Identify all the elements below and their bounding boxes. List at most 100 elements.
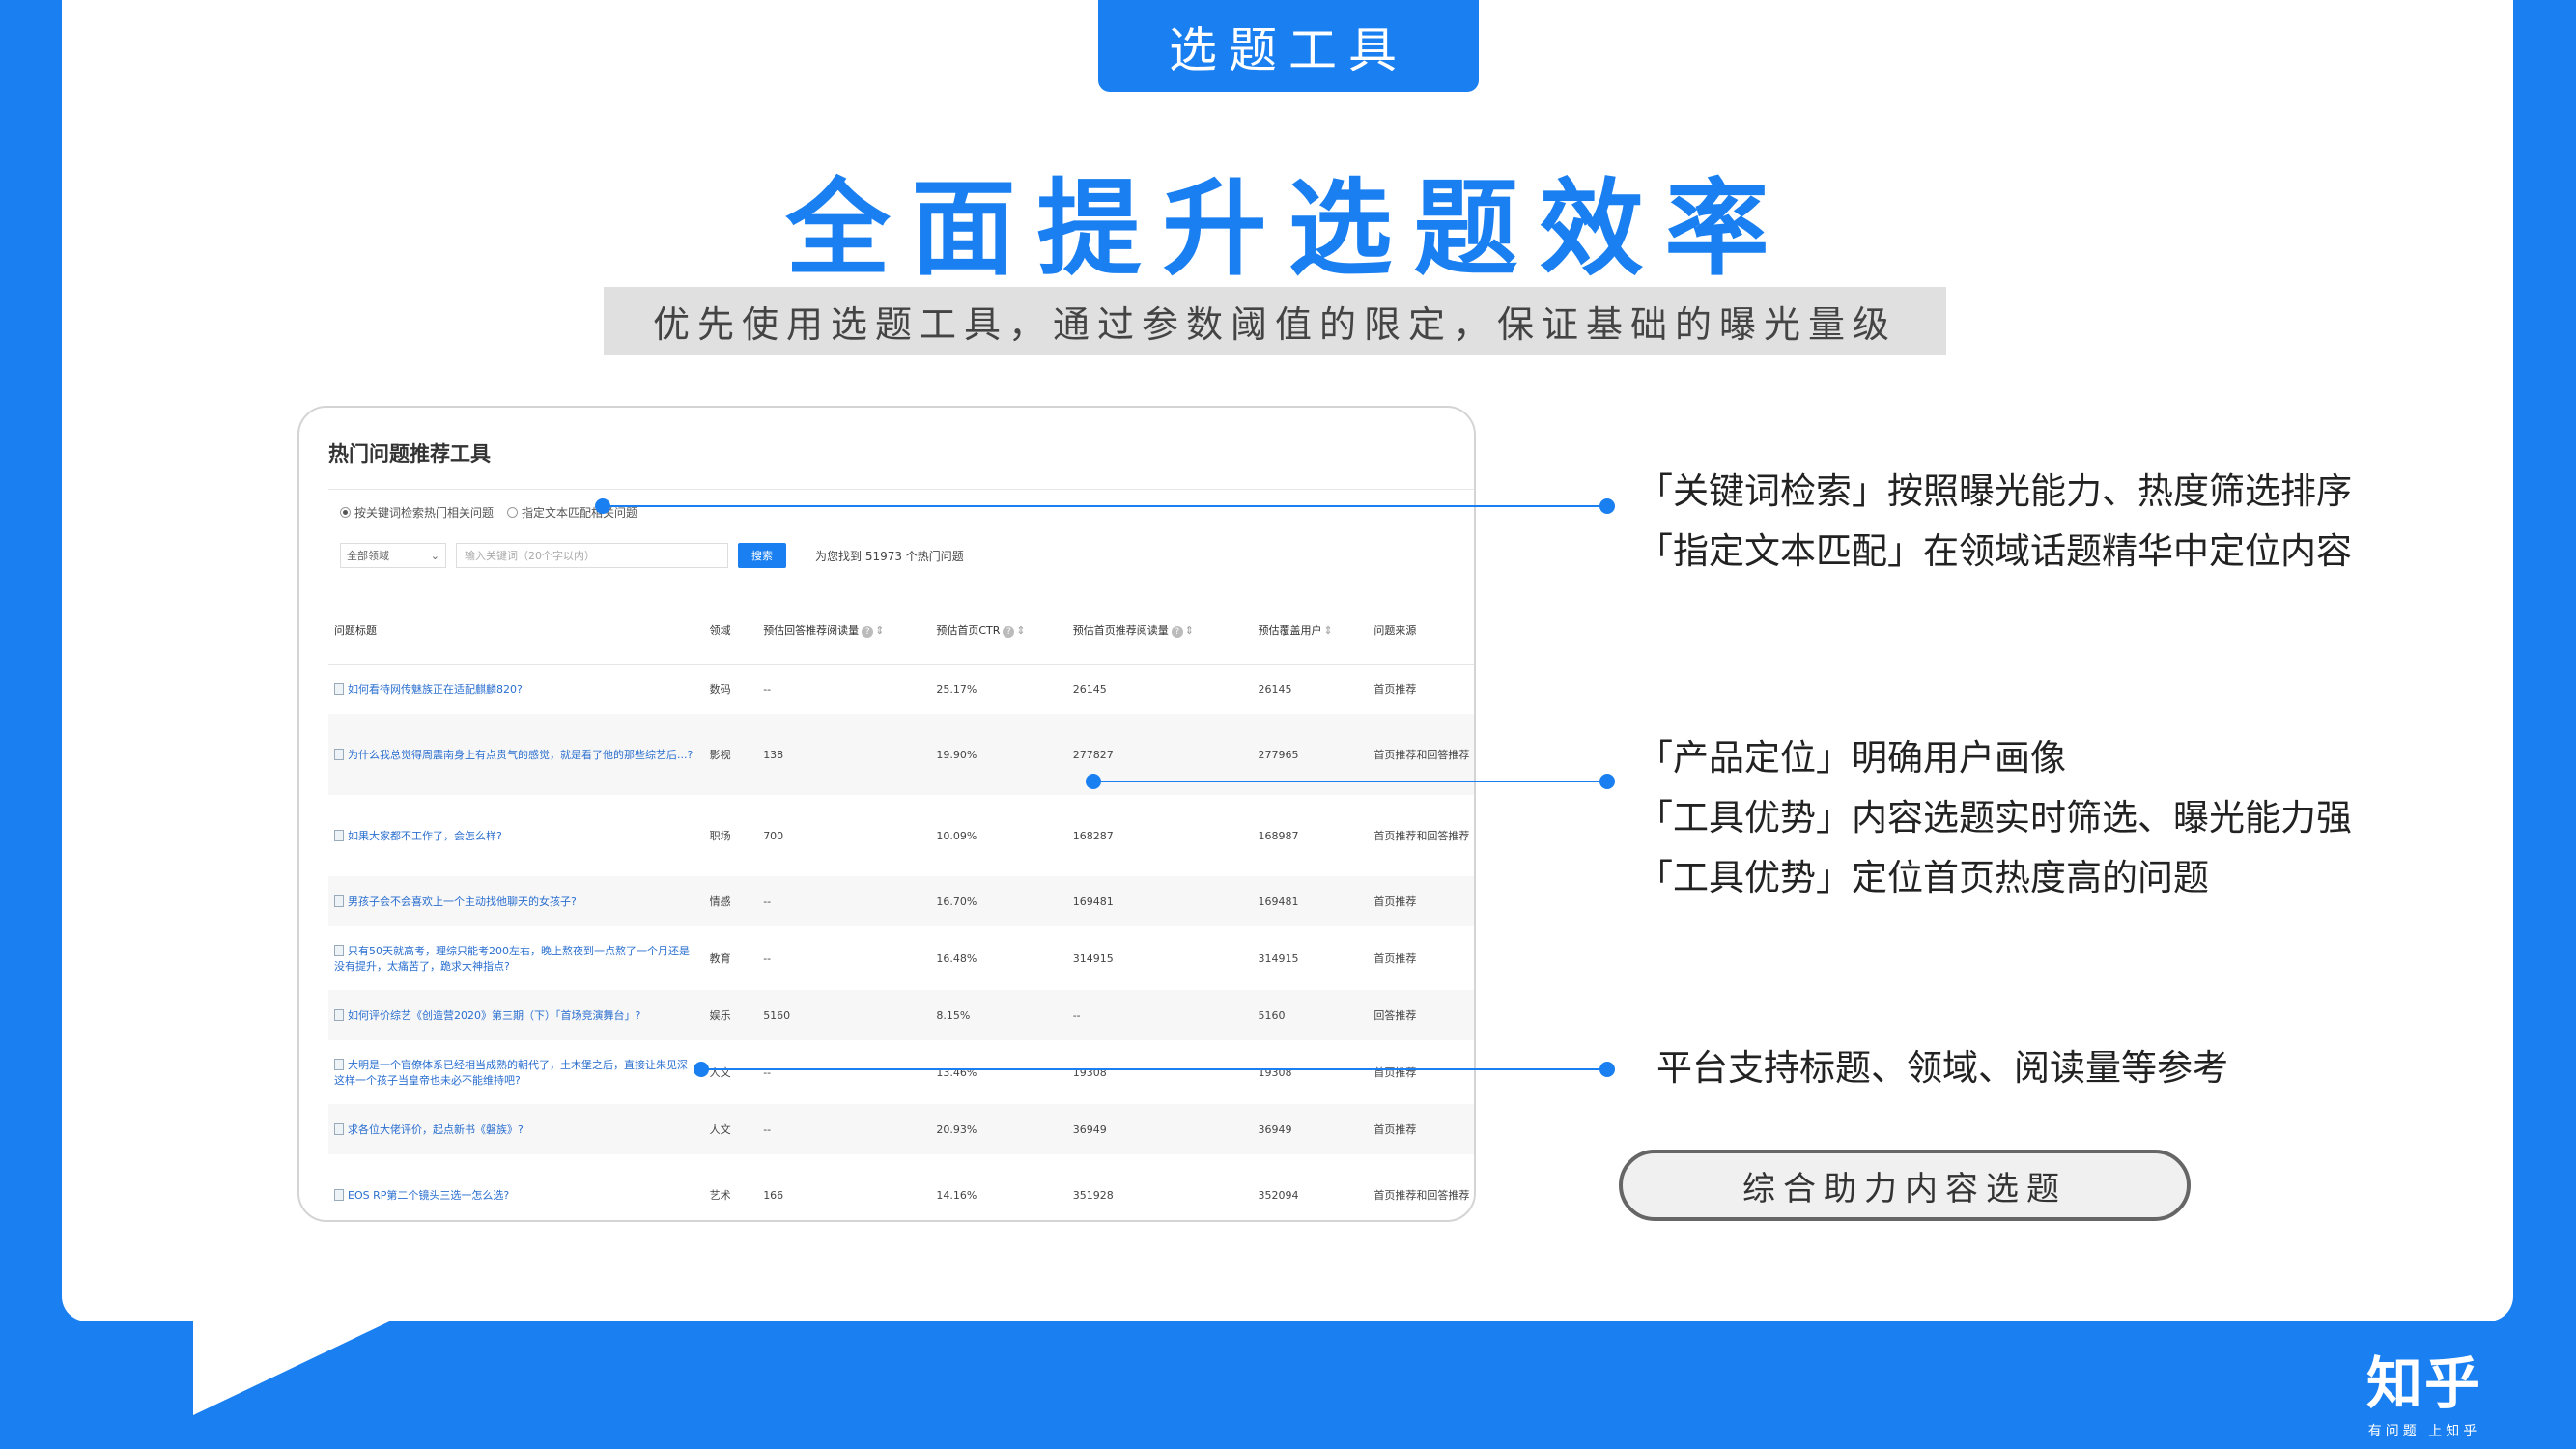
ctr-cell: 20.93% bbox=[936, 1122, 977, 1136]
section-tab: 选题工具 bbox=[1098, 0, 1479, 92]
logo-wordmark: 知乎 bbox=[2366, 1350, 2483, 1416]
document-icon bbox=[334, 945, 344, 956]
home-reads-cell: 168287 bbox=[1072, 829, 1114, 842]
question-title-link[interactable]: 求各位大佬评价，起点新书《磐族》? bbox=[328, 1104, 704, 1154]
ctr-cell: 16.48% bbox=[936, 952, 977, 965]
radio-keyword-search[interactable]: 按关键词检索热门相关问题 bbox=[340, 504, 494, 521]
answer-reads-cell: -- bbox=[763, 682, 772, 696]
col-header-ctr[interactable]: 预估首页CTR? ⇕ bbox=[930, 596, 1067, 665]
table-header-row: 问题标题 领域 预估回答推荐阅读量? ⇕ 预估首页CTR? ⇕ 预估首页推荐阅读量?… bbox=[328, 596, 1474, 665]
home-reads-cell: 19308 bbox=[1072, 1065, 1107, 1079]
question-title-link[interactable]: 如果大家都不工作了，会怎么样? bbox=[328, 795, 704, 876]
source-cell: 首页推荐 bbox=[1373, 1123, 1417, 1136]
col-header-title[interactable]: 问题标题 bbox=[328, 596, 704, 665]
question-table: 问题标题 领域 预估回答推荐阅读量? ⇕ 预估首页CTR? ⇕ 预估首页推荐阅读量?… bbox=[328, 596, 1474, 1220]
domain-cell: 职场 bbox=[709, 830, 731, 842]
table-row[interactable]: 如何评价综艺《创造营2020》第三期（下）「首场竞演舞台」? 娱乐 5160 8.15… bbox=[328, 990, 1474, 1040]
callout-dot bbox=[1599, 498, 1615, 514]
chevron-down-icon: ⌄ bbox=[430, 549, 439, 562]
question-title-link[interactable]: 为什么我总觉得周震南身上有点贵气的感觉，就是看了他的那些综艺后...? bbox=[328, 714, 704, 795]
col-header-home-reads[interactable]: 预估首页推荐阅读量? ⇕ bbox=[1066, 596, 1253, 665]
table-row[interactable]: 求各位大佬评价，起点新书《磐族》? 人文 -- 20.93% 36949 36949 首页推… bbox=[328, 1104, 1474, 1154]
users-cell: 26145 bbox=[1258, 682, 1292, 696]
panel-title: 热门问题推荐工具 bbox=[328, 442, 491, 466]
users-cell: 169481 bbox=[1258, 895, 1299, 908]
answer-reads-cell: 166 bbox=[763, 1188, 784, 1202]
callout-dot bbox=[1599, 774, 1615, 789]
result-count: 为您找到 51973 个热门问题 bbox=[815, 549, 964, 563]
table-row[interactable]: 为什么我总觉得周震南身上有点贵气的感觉，就是看了他的那些综艺后...? 影视 138… bbox=[328, 714, 1474, 795]
subtitle: 优先使用选题工具，通过参数阈值的限定，保证基础的曝光量级 bbox=[604, 287, 1946, 355]
answer-reads-cell: -- bbox=[763, 1065, 772, 1079]
domain-cell: 娱乐 bbox=[709, 1009, 731, 1022]
col-header-users[interactable]: 预估覆盖用户 ⇕ bbox=[1252, 596, 1369, 665]
source-cell: 回答推荐 bbox=[1373, 1009, 1417, 1022]
search-button[interactable]: 搜索 bbox=[738, 543, 786, 568]
callout-line-2 bbox=[1093, 781, 1607, 782]
users-cell: 19308 bbox=[1258, 1065, 1292, 1079]
table-row[interactable]: 如果大家都不工作了，会怎么样? 职场 700 10.09% 168287 168987 首页… bbox=[328, 795, 1474, 876]
callout-dot bbox=[1599, 1062, 1615, 1077]
domain-cell: 人文 bbox=[709, 1066, 731, 1079]
domain-cell: 影视 bbox=[709, 749, 731, 761]
help-icon: ? bbox=[1171, 625, 1183, 638]
users-cell: 168987 bbox=[1258, 829, 1299, 842]
callout-line-1 bbox=[603, 505, 1607, 507]
ctr-cell: 25.17% bbox=[936, 682, 977, 696]
callout-text: 「工具优势」定位首页热度高的问题 bbox=[1637, 857, 2209, 898]
source-cell: 首页推荐和回答推荐 bbox=[1373, 1189, 1470, 1202]
table-row[interactable]: 如何看待网传魅族正在适配麒麟820? 数码 -- 25.17% 26145 26145 首页… bbox=[328, 664, 1474, 714]
callout-text: 「关键词检索」按照曝光能力、热度筛选排序 bbox=[1637, 470, 2352, 512]
document-icon bbox=[334, 895, 344, 907]
answer-reads-cell: 700 bbox=[763, 829, 784, 842]
col-header-domain[interactable]: 领域 bbox=[703, 596, 758, 665]
sort-icon: ⇕ bbox=[1184, 623, 1194, 637]
domain-cell: 情感 bbox=[709, 895, 731, 908]
table-row[interactable]: 男孩子会不会喜欢上一个主动找他聊天的女孩子? 情感 -- 16.70% 169481 16… bbox=[328, 876, 1474, 926]
source-cell: 首页推荐 bbox=[1373, 952, 1417, 965]
keyword-input[interactable]: 输入关键词（20个字以内） bbox=[456, 543, 728, 568]
col-header-answer-reads[interactable]: 预估回答推荐阅读量? ⇕ bbox=[757, 596, 931, 665]
callout-dot bbox=[1086, 774, 1101, 789]
callout-text: 「指定文本匹配」在领域话题精华中定位内容 bbox=[1637, 530, 2352, 572]
answer-reads-cell: -- bbox=[763, 952, 772, 965]
document-icon bbox=[334, 1123, 344, 1135]
domain-cell: 人文 bbox=[709, 1123, 731, 1136]
callout-group-1: 「关键词检索」按照曝光能力、热度筛选排序 「指定文本匹配」在领域话题精华中定位内… bbox=[1637, 462, 2352, 582]
document-icon bbox=[334, 1059, 344, 1070]
document-icon bbox=[334, 749, 344, 760]
help-icon: ? bbox=[1003, 625, 1015, 638]
source-cell: 首页推荐 bbox=[1373, 895, 1417, 908]
answer-reads-cell: 5160 bbox=[763, 1009, 791, 1022]
question-title-link[interactable]: 如何看待网传魅族正在适配麒麟820? bbox=[328, 664, 704, 714]
speech-bubble-tail bbox=[193, 1314, 406, 1415]
question-title-link[interactable]: 男孩子会不会喜欢上一个主动找他聊天的女孩子? bbox=[328, 876, 704, 926]
domain-cell: 数码 bbox=[709, 683, 731, 696]
tool-screenshot-panel: 热门问题推荐工具 按关键词检索热门相关问题 指定文本匹配相关问题 全部领域 ⌄ … bbox=[297, 406, 1476, 1222]
table-row[interactable]: 大明是一个官僚体系已经相当成熟的朝代了，土木堡之后，直接让朱见深这样一个孩子当皇… bbox=[328, 1040, 1474, 1104]
question-title-link[interactable]: EOS RP第二个镜头三选一怎么选? bbox=[328, 1154, 704, 1220]
callout-group-2: 「产品定位」明确用户画像 「工具优势」内容选题实时筛选、曝光能力强 「工具优势」… bbox=[1637, 728, 2352, 908]
help-icon: ? bbox=[862, 625, 874, 638]
answer-reads-cell: 138 bbox=[763, 748, 784, 761]
sort-icon: ⇕ bbox=[875, 623, 885, 637]
table-row[interactable]: EOS RP第二个镜头三选一怎么选? 艺术 166 14.16% 351928 35209… bbox=[328, 1154, 1474, 1220]
logo-slogan: 有问题 上知乎 bbox=[2367, 1424, 2481, 1439]
home-reads-cell: 26145 bbox=[1072, 682, 1107, 696]
question-title-link[interactable]: 如何评价综艺《创造营2020》第三期（下）「首场竞演舞台」? bbox=[328, 990, 704, 1040]
domain-select[interactable]: 全部领域 ⌄ bbox=[340, 543, 446, 568]
table-row[interactable]: 只有50天就高考，理综只能考200左右，晚上熬夜到一点熬了一个月还是没有提升，太… bbox=[328, 926, 1474, 990]
callout-line-3 bbox=[701, 1068, 1607, 1070]
question-title-link[interactable]: 大明是一个官僚体系已经相当成熟的朝代了，土木堡之后，直接让朱见深这样一个孩子当皇… bbox=[328, 1040, 704, 1104]
radio-unchecked-icon bbox=[507, 507, 519, 518]
col-header-source[interactable]: 问题来源 bbox=[1368, 596, 1474, 665]
zhihu-logo: 知乎 有问题 上知乎 bbox=[2366, 1338, 2482, 1440]
document-icon bbox=[334, 1009, 344, 1021]
callout-group-3: 平台支持标题、领域、阅读量等参考 bbox=[1656, 1038, 2228, 1098]
sort-icon: ⇕ bbox=[1323, 623, 1333, 637]
callout-text: 平台支持标题、领域、阅读量等参考 bbox=[1656, 1047, 2228, 1089]
question-title-link[interactable]: 只有50天就高考，理综只能考200左右，晚上熬夜到一点熬了一个月还是没有提升，太… bbox=[328, 926, 704, 990]
answer-reads-cell: -- bbox=[763, 895, 772, 908]
callout-dot bbox=[694, 1062, 709, 1077]
filter-row: 全部领域 ⌄ 输入关键词（20个字以内） 搜索 为您找到 51973 个热门问题 bbox=[340, 543, 964, 568]
